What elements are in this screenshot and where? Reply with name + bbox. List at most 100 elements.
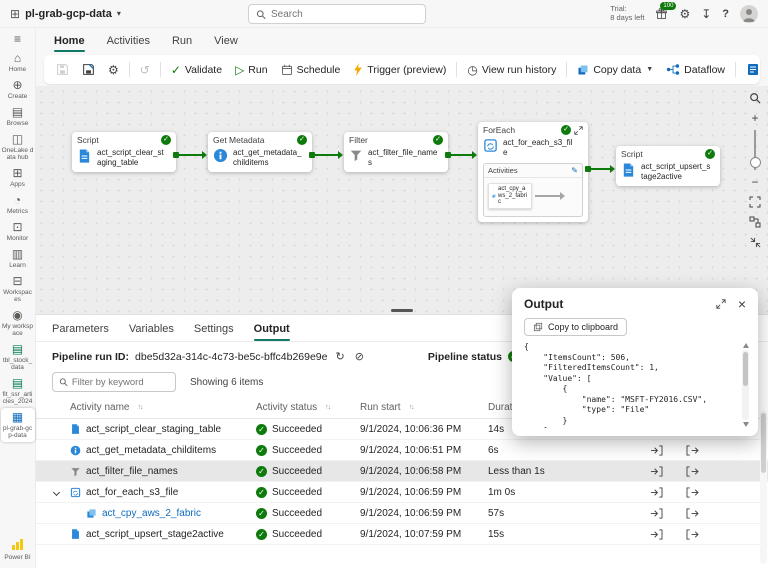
sidebar-item-home[interactable]: ⌂ Home (1, 49, 35, 76)
tab-activities[interactable]: Activities (97, 32, 160, 50)
sidebar-item-create[interactable]: ⊕ Create (1, 76, 35, 103)
scrollbar-thumb[interactable] (743, 352, 748, 386)
hamburger-menu[interactable]: ≡ (1, 30, 35, 49)
filter-input[interactable] (71, 376, 169, 388)
inner-activity-node[interactable]: act_cpy_aws_2_fabric (488, 183, 532, 209)
schedule-button[interactable]: Schedule (275, 60, 347, 80)
fit-screen-icon (749, 196, 761, 208)
table-row[interactable]: act_for_each_s3_file ✓ Succeeded 9/1/2024… (36, 482, 768, 503)
save-as-button[interactable] (76, 59, 101, 80)
expand-icon[interactable] (716, 299, 726, 309)
table-row-selected[interactable]: act_filter_file_names ✓ Succeeded 9/1/202… (36, 461, 768, 482)
sidebar-item-power-bi[interactable]: Power BI (1, 536, 35, 564)
avatar[interactable] (740, 4, 758, 23)
expand-icon[interactable] (574, 125, 583, 135)
undo-button: ↺ (134, 59, 156, 81)
input-icon[interactable] (638, 507, 674, 519)
input-icon[interactable] (638, 486, 674, 498)
sidebar-item-stock-data[interactable]: ▤ tbl_stock_data (1, 340, 35, 374)
zoom-in-button[interactable]: + (747, 110, 763, 126)
input-icon[interactable] (638, 528, 674, 540)
scrollbar-thumb[interactable] (761, 413, 766, 473)
sidebar-item-workspaces[interactable]: ⊟ Workspaces (1, 272, 35, 306)
tab-output[interactable]: Output (253, 323, 290, 341)
zoom-slider-handle[interactable] (749, 157, 761, 168)
edit-icon[interactable]: ✎ (571, 166, 578, 175)
output-icon[interactable] (674, 486, 710, 498)
tab-parameters[interactable]: Parameters (52, 323, 109, 341)
zoom-slider[interactable] (749, 130, 761, 170)
activity-name-link[interactable]: act_cpy_aws_2_fabric (102, 508, 201, 519)
zoom-out-button[interactable]: − (747, 174, 763, 190)
sort-icon[interactable]: ↑↓ (409, 404, 415, 411)
input-icon[interactable] (638, 465, 674, 477)
gift-icon[interactable]: 100 (655, 2, 677, 20)
sort-icon[interactable]: ↑↓ (137, 404, 143, 411)
notebook-button[interactable] (741, 59, 765, 80)
sidebar-item-metrics[interactable]: ◔ Metrics (1, 191, 35, 218)
table-row[interactable]: act_get_metadata_childitems ✓ Succeeded 9… (36, 440, 768, 461)
sidebar-item-onelake[interactable]: ◫ OneLake data hub (1, 130, 35, 164)
output-icon[interactable] (674, 528, 710, 540)
inner-connector (535, 191, 565, 200)
validate-button[interactable]: ✓ Validate (165, 59, 228, 81)
keyword-filter[interactable] (52, 372, 176, 392)
activity-node-foreach[interactable]: ForEach ✓ act_for_each_s3_file Activitie… (478, 122, 588, 222)
trigger-button[interactable]: Trigger (preview) (347, 59, 452, 80)
copy-to-clipboard-button[interactable]: Copy to clipboard (524, 318, 628, 336)
sidebar-item-my-workspace[interactable]: ◉ My workspace (1, 306, 35, 340)
settings-icon[interactable]: ⚙ (679, 7, 690, 21)
download-icon[interactable]: ↧ (701, 7, 711, 21)
activity-status: Succeeded (272, 423, 323, 435)
activity-node-filter[interactable]: Filter ✓ act_filter_file_names (344, 132, 448, 172)
activity-node-script-upsert[interactable]: Script ✓ act_script_upsert_stage2active (616, 146, 720, 186)
panel-resize-handle[interactable] (391, 309, 413, 312)
input-icon[interactable] (638, 444, 674, 456)
tab-settings[interactable]: Settings (194, 323, 234, 341)
table-row[interactable]: act_script_upsert_stage2active ✓ Succeede… (36, 524, 768, 545)
activity-node-get-metadata[interactable]: Get Metadata ✓ act_get_metadata_childitem… (208, 132, 312, 172)
cancel-run-icon[interactable]: ⊘ (353, 350, 366, 363)
sidebar-item-pipeline-selected[interactable]: ▦ pl-grab-gcp-data (0, 408, 35, 442)
table-row-child[interactable]: act_cpy_aws_2_fabric ✓ Succeeded 9/1/2024… (36, 503, 768, 524)
workspace-switcher[interactable]: ⊞ pl-grab-gcp-data ▾ (10, 7, 121, 21)
output-scrollbar[interactable] (741, 342, 750, 428)
sidebar-item-apps[interactable]: ⊞ Apps (1, 164, 35, 191)
canvas-search-button[interactable] (747, 90, 763, 106)
scroll-down-icon[interactable] (742, 422, 749, 427)
sidebar-item-monitor[interactable]: ⊡ Monitor (1, 218, 35, 245)
scroll-up-icon[interactable] (742, 343, 749, 348)
sort-icon[interactable]: ↑↓ (325, 404, 331, 411)
tab-run[interactable]: Run (162, 32, 202, 50)
sidebar-item-learn[interactable]: ▥ Learn (1, 245, 35, 272)
activity-name: act_script_upsert_stage2active (641, 162, 711, 181)
panel-scrollbar[interactable] (760, 411, 767, 564)
collapse-button[interactable] (747, 234, 763, 250)
sidebar-item-ssr-articles[interactable]: ▤ fit_ssr_articles_2024 (1, 374, 35, 408)
activity-node-script-clear-staging[interactable]: Script ✓ act_script_clear_staging_table (72, 132, 176, 172)
output-icon[interactable] (674, 507, 710, 519)
output-icon[interactable] (674, 444, 710, 456)
copy-data-button[interactable]: Copy data ▼ (571, 60, 659, 80)
sidebar-item-browse[interactable]: ▤ Browse (1, 103, 35, 130)
refresh-icon[interactable]: ↻ (333, 350, 346, 363)
fit-to-screen-button[interactable] (747, 194, 763, 210)
app-launcher-icon[interactable]: ⊞ (10, 7, 20, 21)
play-icon: ▷ (235, 62, 245, 77)
global-search[interactable] (248, 4, 426, 24)
pipeline-canvas[interactable]: Script ✓ act_script_clear_staging_table G… (36, 86, 768, 314)
output-icon[interactable] (674, 465, 710, 477)
tab-variables[interactable]: Variables (129, 323, 174, 341)
chevron-down-icon[interactable] (52, 488, 61, 496)
search-input[interactable] (270, 8, 418, 20)
view-run-history-button[interactable]: ◷ View run history (461, 59, 562, 81)
close-icon[interactable]: × (738, 297, 746, 311)
help-icon[interactable]: ? (722, 8, 729, 20)
tab-view[interactable]: View (204, 32, 248, 50)
pipeline-settings-button[interactable]: ⚙ (102, 59, 125, 81)
run-button[interactable]: ▷ Run (229, 59, 274, 81)
auto-layout-button[interactable] (747, 214, 763, 230)
learn-icon: ▥ (11, 247, 24, 261)
tab-home[interactable]: Home (44, 32, 95, 52)
dataflow-button[interactable]: Dataflow (660, 59, 731, 80)
